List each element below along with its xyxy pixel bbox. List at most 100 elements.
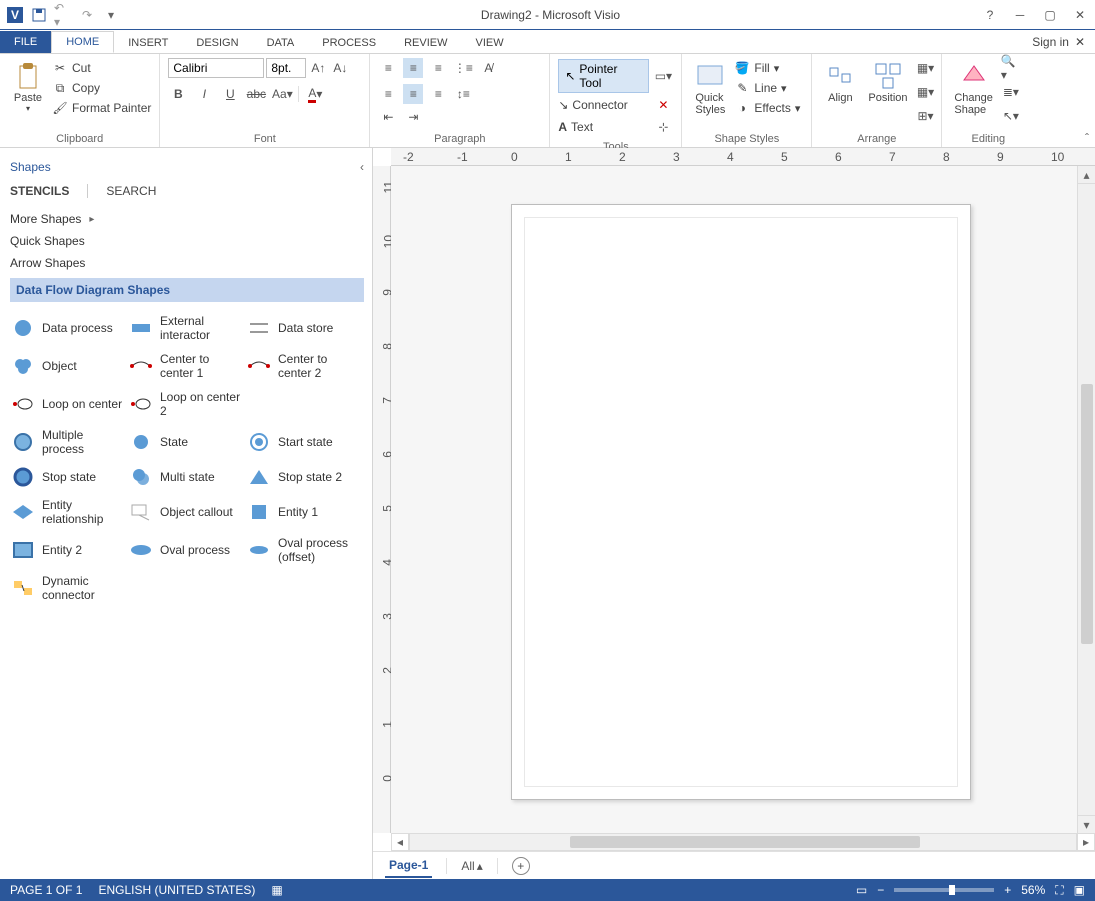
zoom-slider[interactable] (894, 888, 994, 892)
bring-front-button[interactable]: ▦▾ (916, 58, 936, 78)
page[interactable] (511, 204, 971, 800)
rect-tool[interactable]: ▭▾ (653, 66, 673, 86)
shape-oval-process-(offset)[interactable]: Oval process (offset) (246, 536, 362, 564)
align-top-left[interactable]: ≡ (378, 58, 398, 78)
shape-object[interactable]: Object (10, 352, 126, 380)
shape-entity-1[interactable]: Entity 1 (246, 498, 362, 526)
shape-entity-2[interactable]: Entity 2 (10, 536, 126, 564)
fit-window-icon[interactable]: ⛶ (1055, 883, 1063, 898)
maximize-button[interactable]: ▢ (1035, 0, 1065, 30)
zoom-out-button[interactable]: − (877, 883, 884, 897)
more-shapes-link[interactable]: More Shapes▸ (10, 208, 372, 230)
quick-shapes-link[interactable]: Quick Shapes (10, 230, 372, 252)
font-color-button[interactable]: A▾ (305, 84, 325, 104)
underline-button[interactable]: U (220, 84, 240, 104)
case-button[interactable]: Aa▾ (272, 84, 292, 104)
align-center[interactable]: ≡ (403, 84, 423, 104)
font-size-select[interactable] (266, 58, 306, 78)
zoom-in-button[interactable]: + (1004, 883, 1011, 897)
shape-data-store[interactable]: Data store (246, 314, 362, 342)
copy-button[interactable]: ⧉Copy (52, 78, 151, 98)
line-button[interactable]: ✎Line ▾ (734, 78, 800, 98)
tab-process[interactable]: PROCESS (308, 33, 390, 53)
tab-data[interactable]: DATA (253, 33, 309, 53)
grow-font-button[interactable]: A↑ (308, 58, 328, 78)
shape-center-to-center-1[interactable]: Center to center 1 (128, 352, 244, 380)
shape-center-to-center-2[interactable]: Center to center 2 (246, 352, 362, 380)
shape-stop-state[interactable]: Stop state (10, 466, 126, 488)
align-right[interactable]: ≡ (428, 84, 448, 104)
shape-state[interactable]: State (128, 428, 244, 456)
shape-data-process[interactable]: Data process (10, 314, 126, 342)
scroll-up-icon[interactable]: ▴ (1078, 166, 1095, 184)
shape-external-interactor[interactable]: External interactor (128, 314, 244, 342)
zoom-level[interactable]: 56% (1021, 883, 1045, 897)
shape-loop-on-center[interactable]: Loop on center (10, 390, 126, 418)
tab-view[interactable]: VIEW (461, 33, 517, 53)
save-icon[interactable] (30, 6, 48, 24)
qat-menu-icon[interactable]: ▾ (102, 6, 120, 24)
sign-in-link[interactable]: Sign in✕ (1022, 31, 1095, 53)
drawing-canvas[interactable] (391, 166, 1077, 833)
bold-button[interactable]: B (168, 84, 188, 104)
change-shape-button[interactable]: Change Shape (950, 58, 997, 130)
shrink-font-button[interactable]: A↓ (330, 58, 350, 78)
indent-right[interactable]: ⇥ (403, 107, 423, 127)
horizontal-scrollbar[interactable]: ◂ ▸ (391, 833, 1095, 851)
redo-icon[interactable]: ↷ (78, 6, 96, 24)
pointer-tool-button[interactable]: ↖Pointer Tool (558, 59, 649, 93)
cut-button[interactable]: ✂Cut (52, 58, 151, 78)
shape-entity-relationship[interactable]: Entity relationship (10, 498, 126, 526)
paste-button[interactable]: Paste▾ (8, 58, 48, 130)
clear-format-button[interactable]: A̸ (478, 58, 498, 78)
vertical-scrollbar[interactable]: ▴ ▾ (1077, 166, 1095, 833)
quick-styles-button[interactable]: Quick Styles (690, 58, 730, 130)
shape-oval-process[interactable]: Oval process (128, 536, 244, 564)
font-name-select[interactable] (168, 58, 264, 78)
stencils-tab[interactable]: STENCILS (10, 184, 88, 198)
page-count[interactable]: PAGE 1 OF 1 (10, 883, 82, 897)
undo-icon[interactable]: ↶ ▾ (54, 6, 72, 24)
freeform-tool[interactable]: ✕ (653, 95, 673, 115)
layers-button[interactable]: ≣▾ (1001, 82, 1021, 102)
macro-icon[interactable]: ▦ (271, 883, 282, 897)
collapse-ribbon-icon[interactable]: ˆ (1085, 131, 1089, 145)
format-painter-button[interactable]: 🖌Format Painter (52, 98, 151, 118)
italic-button[interactable]: I (194, 84, 214, 104)
shape-loop-on-center-2[interactable]: Loop on center 2 (128, 390, 244, 418)
group-button[interactable]: ⊞▾ (916, 106, 936, 126)
tab-file[interactable]: FILE (0, 31, 51, 53)
tab-insert[interactable]: INSERT (114, 33, 182, 53)
connection-point[interactable]: ⊹ (653, 117, 673, 137)
align-left[interactable]: ≡ (378, 84, 398, 104)
shape-dynamic-connector[interactable]: Dynamic connector (10, 574, 126, 602)
shape-stop-state-2[interactable]: Stop state 2 (246, 466, 362, 488)
search-tab[interactable]: SEARCH (106, 184, 156, 198)
scroll-right-icon[interactable]: ▸ (1077, 833, 1095, 851)
send-back-button[interactable]: ▦▾ (916, 82, 936, 102)
fill-button[interactable]: 🪣Fill ▾ (734, 58, 800, 78)
shape-object-callout[interactable]: Object callout (128, 498, 244, 526)
shape-multi-state[interactable]: Multi state (128, 466, 244, 488)
help-icon[interactable]: ? (975, 0, 1005, 30)
arrow-shapes-link[interactable]: Arrow Shapes (10, 252, 372, 274)
line-spacing[interactable]: ↕≡ (453, 84, 473, 104)
connector-tool-button[interactable]: ↘Connector (558, 96, 627, 114)
bullets-button[interactable]: ⋮≡ (453, 58, 473, 78)
minimize-button[interactable]: ─ (1005, 0, 1035, 30)
find-button[interactable]: 🔍▾ (1001, 58, 1021, 78)
align-top-right[interactable]: ≡ (428, 58, 448, 78)
shape-start-state[interactable]: Start state (246, 428, 362, 456)
switch-window-icon[interactable]: ▣ (1074, 883, 1085, 897)
present-icon[interactable]: ▭ (856, 883, 867, 897)
language[interactable]: ENGLISH (UNITED STATES) (98, 883, 255, 897)
strike-button[interactable]: abc (246, 84, 266, 104)
page-tab[interactable]: Page-1 (385, 854, 432, 878)
add-page-button[interactable]: + (512, 857, 530, 875)
all-pages-button[interactable]: All ▴ (461, 859, 482, 873)
effects-button[interactable]: ◑Effects ▾ (734, 98, 800, 118)
tab-review[interactable]: REVIEW (390, 33, 461, 53)
scroll-left-icon[interactable]: ◂ (391, 833, 409, 851)
position-button[interactable]: Position (864, 58, 911, 130)
shape-multiple-process[interactable]: Multiple process (10, 428, 126, 456)
